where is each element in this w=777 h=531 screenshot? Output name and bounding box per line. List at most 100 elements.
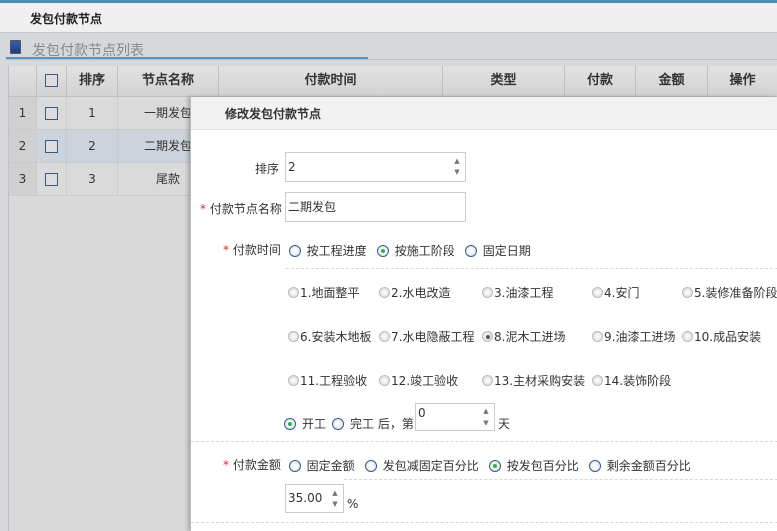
select-all-header bbox=[37, 66, 67, 97]
payment-amount-radio[interactable] bbox=[364, 459, 377, 472]
spin-down-icon[interactable]: ▼ bbox=[482, 419, 490, 428]
stage-option[interactable]: 6.安装木地板 bbox=[288, 328, 371, 345]
stage-option[interactable]: 8.泥木工进场 bbox=[482, 328, 565, 345]
stage-label: 5.装修准备阶段 bbox=[694, 286, 777, 300]
row-number: 2 bbox=[9, 130, 37, 163]
edit-payment-node-dialog: 修改发包付款节点 排序 2 ▲ ▼ * 付款节点名称 二期发包 * 付款时间 按工程… bbox=[190, 97, 777, 531]
stage-label: 9.油漆工进场 bbox=[604, 330, 676, 344]
stage-radio[interactable] bbox=[482, 375, 493, 386]
row-checkbox[interactable] bbox=[45, 140, 58, 153]
stage-radio[interactable] bbox=[682, 331, 693, 342]
spin-down-icon[interactable]: ▼ bbox=[453, 168, 461, 177]
payment-amount-option-label[interactable]: 按发包百分比 bbox=[507, 459, 579, 473]
stage-radio[interactable] bbox=[288, 375, 299, 386]
divider bbox=[6, 59, 777, 60]
days-value: 0 bbox=[418, 406, 426, 420]
row-checkbox-cell[interactable] bbox=[37, 163, 67, 196]
spin-up-icon[interactable]: ▲ bbox=[331, 489, 339, 498]
percent-value: 35.00 bbox=[288, 491, 323, 505]
stage-radio[interactable] bbox=[288, 331, 299, 342]
stage-option[interactable]: 1.地面整平 bbox=[288, 284, 359, 301]
stage-label: 13.主材采购安装 bbox=[494, 374, 586, 388]
column-header[interactable]: 排序 bbox=[67, 66, 118, 97]
node-name-input[interactable]: 二期发包 bbox=[285, 192, 466, 222]
stage-radio[interactable] bbox=[288, 287, 299, 298]
column-header[interactable]: 操作 bbox=[708, 66, 777, 97]
dialog-title: 修改发包付款节点 bbox=[225, 107, 322, 121]
stage-label: 14.装饰阶段 bbox=[604, 374, 672, 388]
stage-radio[interactable] bbox=[379, 331, 390, 342]
payment-amount-option-label[interactable]: 发包减固定百分比 bbox=[383, 459, 479, 473]
order-input[interactable]: 2 ▲ ▼ bbox=[285, 152, 466, 182]
payment-time-option-label[interactable]: 按施工阶段 bbox=[395, 244, 455, 258]
stage-label: 8.泥木工进场 bbox=[494, 330, 566, 344]
payment-amount-option-label[interactable]: 固定金额 bbox=[307, 459, 355, 473]
stage-option[interactable]: 7.水电隐蔽工程 bbox=[379, 328, 474, 345]
node-name-label: * 付款节点名称 bbox=[200, 202, 282, 216]
panel-title-underline bbox=[6, 57, 368, 59]
column-header[interactable]: 付款 bbox=[565, 66, 636, 97]
order-cell: 3 bbox=[67, 163, 118, 196]
divider bbox=[191, 522, 777, 523]
stage-option[interactable]: 5.装修准备阶段 bbox=[682, 284, 777, 301]
stage-label: 3.油漆工程 bbox=[494, 286, 554, 300]
stage-option[interactable]: 12.竣工验收 bbox=[379, 372, 458, 389]
payment-time-row: * 付款时间 按工程进度 按施工阶段 固定日期 bbox=[223, 243, 531, 258]
start-radio[interactable] bbox=[284, 417, 296, 430]
payment-amount-radio[interactable] bbox=[488, 459, 501, 472]
order-value: 2 bbox=[288, 160, 296, 174]
select-all-checkbox[interactable] bbox=[45, 74, 58, 87]
percent-unit: % bbox=[347, 497, 359, 511]
spin-up-icon[interactable]: ▲ bbox=[482, 407, 490, 416]
stage-label: 7.水电隐蔽工程 bbox=[391, 330, 475, 344]
stage-radio[interactable] bbox=[482, 287, 493, 298]
payment-amount-option-label[interactable]: 剩余金额百分比 bbox=[607, 459, 691, 473]
payment-time-option-label[interactable]: 按工程进度 bbox=[307, 244, 367, 258]
payment-time-radio[interactable] bbox=[376, 244, 389, 257]
payment-time-radio[interactable] bbox=[464, 244, 477, 257]
row-checkbox[interactable] bbox=[45, 107, 58, 120]
stage-radio[interactable] bbox=[379, 375, 390, 386]
stage-option[interactable]: 2.水电改造 bbox=[379, 284, 450, 301]
row-checkbox[interactable] bbox=[45, 173, 58, 186]
row-checkbox-cell[interactable] bbox=[37, 97, 67, 130]
stage-option[interactable]: 3.油漆工程 bbox=[482, 284, 553, 301]
stage-radio[interactable] bbox=[592, 375, 603, 386]
order-cell: 2 bbox=[67, 130, 118, 163]
column-header[interactable]: 付款时间 bbox=[219, 66, 443, 97]
stage-radio[interactable] bbox=[379, 287, 390, 298]
page-title: 发包付款节点 bbox=[30, 12, 103, 26]
stage-label: 6.安装木地板 bbox=[300, 330, 372, 344]
stage-option[interactable]: 9.油漆工进场 bbox=[592, 328, 675, 345]
payment-time-option-label[interactable]: 固定日期 bbox=[483, 244, 531, 258]
stage-label: 4.安门 bbox=[604, 286, 640, 300]
spin-up-icon[interactable]: ▲ bbox=[453, 157, 461, 166]
stage-radio[interactable] bbox=[682, 287, 693, 298]
stage-radio[interactable] bbox=[592, 287, 603, 298]
days-input[interactable]: 0 ▲ ▼ bbox=[415, 403, 495, 431]
spin-down-icon[interactable]: ▼ bbox=[331, 500, 339, 509]
row-checkbox-cell[interactable] bbox=[37, 130, 67, 163]
stage-label: 2.水电改造 bbox=[391, 286, 451, 300]
stage-radio[interactable] bbox=[592, 331, 603, 342]
column-header[interactable]: 金额 bbox=[636, 66, 708, 97]
order-label: 排序 bbox=[255, 162, 280, 176]
finish-radio[interactable] bbox=[332, 417, 345, 430]
payment-amount-radio[interactable] bbox=[588, 459, 601, 472]
stage-option[interactable]: 14.装饰阶段 bbox=[592, 372, 671, 389]
days-unit: 天 bbox=[498, 417, 511, 431]
column-header[interactable]: 节点名称 bbox=[118, 66, 219, 97]
dialog-header: 修改发包付款节点 bbox=[191, 97, 777, 130]
stage-option[interactable]: 4.安门 bbox=[592, 284, 639, 301]
stage-label: 1.地面整平 bbox=[300, 286, 360, 300]
stage-radio[interactable] bbox=[482, 331, 493, 342]
stage-option[interactable]: 13.主材采购安装 bbox=[482, 372, 585, 389]
payment-amount-radio[interactable] bbox=[288, 459, 301, 472]
stage-option[interactable]: 10.成品安装 bbox=[682, 328, 761, 345]
payment-time-radio[interactable] bbox=[288, 244, 301, 257]
percent-input[interactable]: 35.00 ▲ ▼ bbox=[285, 484, 344, 513]
column-header[interactable]: 类型 bbox=[443, 66, 565, 97]
divider bbox=[344, 479, 777, 480]
stage-option[interactable]: 11.工程验收 bbox=[288, 372, 367, 389]
stage-label: 11.工程验收 bbox=[300, 374, 368, 388]
